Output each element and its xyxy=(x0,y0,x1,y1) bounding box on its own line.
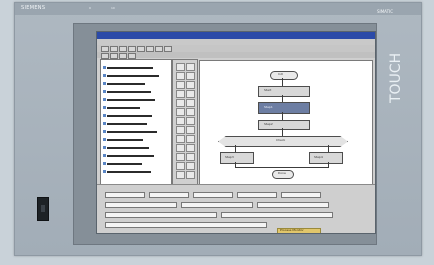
app-titlebar xyxy=(97,32,375,39)
status-indicator: Process Monitor xyxy=(277,228,321,233)
diagram-node-label: Start xyxy=(264,88,272,92)
usb-port xyxy=(37,197,49,221)
brand-label: SIEMENS xyxy=(21,5,46,11)
diagram-node-label: Init xyxy=(278,72,283,76)
tree-node-icon xyxy=(103,130,106,133)
palette-tool[interactable] xyxy=(186,81,195,89)
property-field[interactable] xyxy=(105,202,177,208)
palette-tool[interactable] xyxy=(176,90,185,98)
palette-tool[interactable] xyxy=(186,171,195,179)
tree-node-icon xyxy=(103,154,106,157)
tree-node[interactable] xyxy=(107,67,153,69)
property-field[interactable] xyxy=(105,222,267,228)
property-field[interactable] xyxy=(181,202,253,208)
tool-palette xyxy=(172,59,198,185)
palette-tool[interactable] xyxy=(176,162,185,170)
palette-tool[interactable] xyxy=(176,126,185,134)
palette-tool[interactable] xyxy=(176,63,185,71)
palette-tool[interactable] xyxy=(176,135,185,143)
property-field[interactable] xyxy=(105,192,145,198)
property-field[interactable] xyxy=(237,192,277,198)
tree-node-icon xyxy=(103,98,106,101)
palette-tool[interactable] xyxy=(186,162,195,170)
diagram-node-label: Step1 xyxy=(264,105,273,109)
palette-tool[interactable] xyxy=(186,108,195,116)
tree-node[interactable] xyxy=(107,123,147,125)
tree-node[interactable] xyxy=(107,155,154,157)
tree-node-icon xyxy=(103,74,106,77)
property-field[interactable] xyxy=(257,202,329,208)
tree-node-icon xyxy=(103,106,106,109)
palette-tool[interactable] xyxy=(176,81,185,89)
property-field[interactable] xyxy=(193,192,233,198)
model-label: SIMATIC xyxy=(377,9,394,14)
tree-node[interactable] xyxy=(107,75,159,77)
tree-node[interactable] xyxy=(107,115,152,117)
tree-node[interactable] xyxy=(107,107,140,109)
panel-indicator-label: 0 xyxy=(89,6,91,10)
toolbar-secondary xyxy=(97,52,375,59)
tree-node-icon xyxy=(103,122,106,125)
tree-node[interactable] xyxy=(107,131,157,133)
tree-node[interactable] xyxy=(107,147,149,149)
palette-tool[interactable] xyxy=(176,171,185,179)
flow-connector xyxy=(282,112,283,120)
palette-tool[interactable] xyxy=(186,72,195,80)
palette-tool[interactable] xyxy=(186,144,195,152)
flow-connector xyxy=(282,95,283,102)
toolbar-primary xyxy=(97,45,375,52)
palette-tool[interactable] xyxy=(176,144,185,152)
tree-node-icon xyxy=(103,90,106,93)
property-field[interactable] xyxy=(221,212,333,218)
flow-connector xyxy=(282,128,283,136)
tree-node-icon xyxy=(103,82,106,85)
diagram-node-label: Step4 xyxy=(314,155,323,159)
palette-tool[interactable] xyxy=(176,153,185,161)
palette-tool[interactable] xyxy=(176,72,185,80)
palette-tool[interactable] xyxy=(176,108,185,116)
tree-node[interactable] xyxy=(107,139,143,141)
tree-node-icon xyxy=(103,170,106,173)
palette-tool[interactable] xyxy=(176,99,185,107)
flow-connector xyxy=(328,145,329,152)
tree-node[interactable] xyxy=(107,99,155,101)
panel-top-strip xyxy=(15,3,421,15)
display-screen[interactable]: Init Start Step1 Step2 Check Step3 Step4 xyxy=(96,31,376,234)
palette-tool[interactable] xyxy=(186,90,195,98)
palette-tool[interactable] xyxy=(186,153,195,161)
diagram-branch-label: Check xyxy=(276,138,286,142)
property-field[interactable] xyxy=(281,192,321,198)
palette-tool[interactable] xyxy=(186,63,195,71)
tree-node-icon xyxy=(103,162,106,165)
property-field[interactable] xyxy=(105,212,217,218)
tree-node-icon xyxy=(103,138,106,141)
palette-tool[interactable] xyxy=(176,117,185,125)
project-tree[interactable] xyxy=(100,59,172,185)
flow-connector xyxy=(282,78,283,86)
tree-node[interactable] xyxy=(107,91,151,93)
diagram-node-label: Done xyxy=(278,171,286,175)
property-field[interactable] xyxy=(149,192,189,198)
touch-label: TOUCH xyxy=(388,52,404,103)
panel-indicator-label: 10 xyxy=(111,6,115,10)
properties-panel xyxy=(97,184,375,233)
diagram-node-label: Step2 xyxy=(264,122,273,126)
palette-tool[interactable] xyxy=(186,126,195,134)
touch-panel-frame: SIEMENS 0 10 SIMATIC TOUCH Init Start St… xyxy=(14,2,422,256)
tree-node-icon xyxy=(103,66,106,69)
diagram-node-init[interactable] xyxy=(270,71,298,80)
tree-node-icon xyxy=(103,146,106,149)
palette-tool[interactable] xyxy=(186,135,195,143)
status-text: Process Monitor xyxy=(280,228,304,232)
tree-node-icon xyxy=(103,114,106,117)
palette-tool[interactable] xyxy=(186,99,195,107)
palette-tool[interactable] xyxy=(186,117,195,125)
tree-node[interactable] xyxy=(107,163,142,165)
flow-connector xyxy=(235,145,236,152)
flow-connector xyxy=(235,167,329,168)
tree-node[interactable] xyxy=(107,171,151,173)
tree-node[interactable] xyxy=(107,83,145,85)
flow-diagram-canvas[interactable]: Init Start Step1 Step2 Check Step3 Step4 xyxy=(199,60,373,185)
diagram-node-label: Step3 xyxy=(225,155,234,159)
